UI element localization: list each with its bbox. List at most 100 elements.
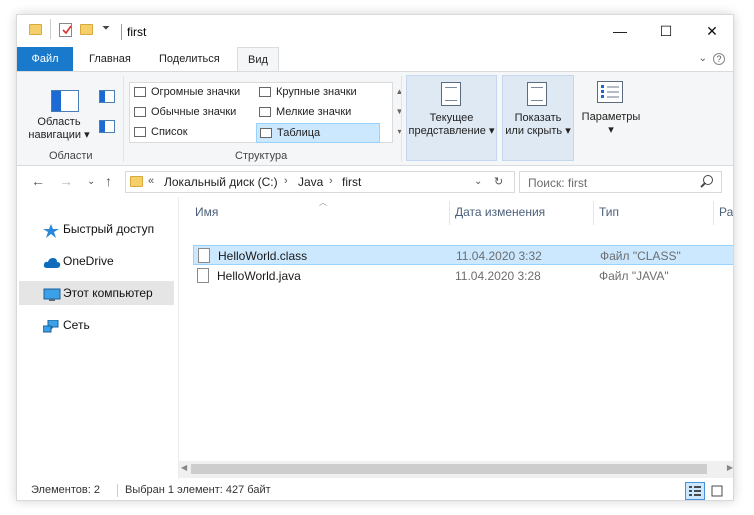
folder-icon[interactable]	[29, 24, 42, 35]
tab-share[interactable]: Поделиться	[149, 47, 230, 71]
layout-details[interactable]: Таблица	[256, 123, 380, 143]
search-icon[interactable]	[703, 175, 713, 185]
forward-button[interactable]: →	[59, 173, 73, 189]
details-view-button[interactable]	[685, 482, 705, 500]
column-divider[interactable]	[713, 201, 714, 225]
column-divider[interactable]	[593, 201, 594, 225]
back-button[interactable]: ←	[31, 173, 45, 189]
layout-item-label: Обычные значки	[151, 106, 237, 118]
layout-extra-large-icons[interactable]: Огромные значки	[131, 83, 255, 103]
minimize-button[interactable]: —	[597, 15, 643, 47]
nav-item-label: Этот компьютер	[63, 286, 153, 300]
column-divider[interactable]	[449, 201, 450, 225]
layout-gallery: Огромные значки Крупные значки Обычные з…	[129, 82, 393, 143]
divider	[50, 19, 51, 39]
help-icon[interactable]: ?	[713, 53, 725, 65]
file-type: Файл "CLASS"	[600, 249, 681, 263]
layout-medium-icons[interactable]: Обычные значки	[131, 103, 255, 123]
details-pane-icon[interactable]	[99, 120, 115, 133]
expand-gallery-icon[interactable]: ▾	[394, 122, 405, 142]
layout-item-label: Таблица	[277, 127, 321, 139]
chevron-up-icon[interactable]: ▲	[394, 82, 405, 102]
chevron-down-icon[interactable]: ⌄	[474, 176, 482, 187]
scrollbar-thumb[interactable]	[191, 464, 707, 474]
quick-access-dropdown-icon[interactable]: ⏷	[102, 23, 110, 34]
navigation-pane-label-line2-text: навигации	[28, 129, 82, 141]
chevron-down-icon[interactable]: ▼	[394, 102, 405, 122]
search-input[interactable]: Поиск: first	[528, 176, 587, 190]
properties-icon[interactable]	[59, 23, 72, 37]
file-type: Файл "JAVA"	[599, 269, 669, 283]
close-button[interactable]: ✕	[689, 15, 733, 47]
file-list: ︿ Имя Дата изменения Тип Ра HelloWorld.c…	[179, 197, 733, 461]
recent-locations-icon[interactable]: ⌄	[87, 176, 95, 187]
current-view-label-line2: представление ▾	[408, 125, 495, 137]
current-view-label-line2-text: представление	[408, 125, 486, 137]
show-hide-icon	[527, 82, 547, 106]
search-box[interactable]: Поиск: first	[519, 171, 722, 193]
layout-large-icons[interactable]: Крупные значки	[256, 83, 380, 103]
column-header-date[interactable]: Дата изменения	[455, 205, 545, 221]
file-icon	[198, 248, 210, 263]
layout-small-icons[interactable]: Мелкие значки	[256, 103, 380, 123]
maximize-button[interactable]: ☐	[643, 15, 689, 47]
address-bar[interactable]: « Локальный диск (C:) › Java › first ⌄ ↻	[125, 171, 515, 193]
breadcrumb-item[interactable]: Локальный диск (C:)	[164, 175, 278, 189]
table-row[interactable]: HelloWorld.java 11.04.2020 3:28 Файл "JA…	[193, 266, 733, 286]
refresh-icon[interactable]: ↻	[494, 175, 503, 188]
breadcrumb-overflow[interactable]: «	[148, 175, 154, 187]
large-icons-view-button[interactable]	[707, 482, 727, 500]
layout-list[interactable]: Список	[131, 123, 255, 143]
column-header-type[interactable]: Тип	[599, 205, 619, 221]
current-view-label-line1: Текущее	[429, 112, 474, 124]
current-view-button[interactable]: Текущее представление ▾	[407, 76, 496, 160]
item-count: Элементов: 2	[31, 484, 100, 496]
file-icon	[197, 268, 209, 283]
show-hide-label-line2-text: или скрыть	[505, 125, 563, 137]
window-title: first	[127, 25, 147, 39]
tab-view[interactable]: Вид	[237, 47, 279, 72]
show-hide-label-line2: или скрыть ▾	[505, 125, 571, 137]
horizontal-scrollbar[interactable]: ◀ ▶	[179, 461, 733, 478]
new-folder-icon[interactable]	[80, 24, 93, 35]
show-hide-button[interactable]: Показать или скрыть ▾	[503, 76, 573, 160]
chevron-down-icon[interactable]: ⌄	[699, 53, 707, 64]
column-header-size[interactable]: Ра	[719, 205, 733, 221]
current-view-group: Текущее представление ▾	[406, 75, 497, 161]
status-bar: Элементов: 2 Выбран 1 элемент: 427 байт	[17, 479, 733, 500]
nav-item-label: OneDrive	[63, 254, 114, 268]
nav-item-label: Сеть	[63, 318, 90, 332]
nav-item-network[interactable]: Сеть	[19, 313, 174, 337]
navigation-pane-label-line1: Область	[37, 116, 81, 128]
breadcrumb-separator[interactable]: ›	[284, 175, 288, 187]
breadcrumb-separator[interactable]: ›	[329, 175, 333, 187]
navigation-pane-button[interactable]: Область навигации ▾	[23, 78, 95, 144]
scroll-right-icon[interactable]: ▶	[727, 463, 733, 472]
nav-item-quick-access[interactable]: Быстрый доступ	[19, 217, 174, 241]
layout-gallery-scroll[interactable]: ▲ ▼ ▾	[394, 82, 405, 143]
image-icon	[134, 87, 146, 97]
layout-item-label: Список	[151, 126, 188, 138]
nav-item-this-pc[interactable]: Этот компьютер	[19, 281, 174, 305]
title-bar: ⏷ first — ☐ ✕	[17, 15, 733, 47]
show-hide-group: Показать или скрыть ▾	[502, 75, 574, 161]
up-button[interactable]: ↑	[105, 173, 112, 189]
scroll-left-icon[interactable]: ◀	[181, 463, 187, 472]
table-row[interactable]: HelloWorld.class 11.04.2020 3:32 Файл "C…	[193, 245, 733, 265]
file-name: HelloWorld.class	[218, 249, 308, 263]
navigation-pane-icon	[51, 90, 79, 112]
nav-item-onedrive[interactable]: OneDrive	[19, 249, 174, 273]
sort-ascending-icon: ︿	[319, 198, 327, 207]
breadcrumb-item[interactable]: first	[342, 175, 361, 189]
options-button[interactable]: Параметры ▾	[577, 75, 645, 159]
address-row: ← → ⌄ ↑ « Локальный диск (C:) › Java › f…	[17, 167, 733, 197]
options-icon	[597, 81, 623, 103]
column-header-name[interactable]: Имя	[195, 205, 218, 221]
divider	[121, 24, 122, 40]
list-icon	[134, 127, 146, 137]
tab-file[interactable]: Файл	[17, 47, 73, 71]
details-icon	[260, 128, 272, 138]
preview-pane-icon[interactable]	[99, 90, 115, 103]
tab-home[interactable]: Главная	[79, 47, 141, 71]
breadcrumb-item[interactable]: Java	[298, 175, 323, 189]
